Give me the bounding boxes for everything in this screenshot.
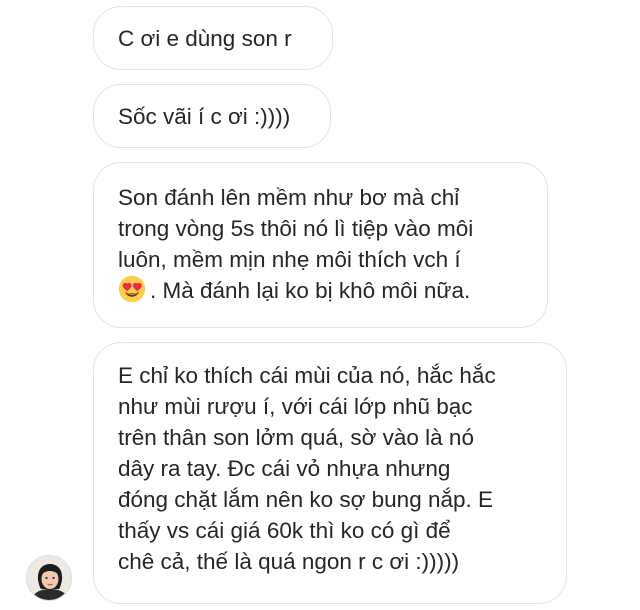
message-thread: C ơi e dùng son r Sốc vãi í c ơi :)))) S… <box>0 0 640 610</box>
message-bubble-2[interactable]: Sốc vãi í c ơi :)))) <box>93 84 331 148</box>
message-line: đóng chặt lắm nên ko sợ bung nắp. E <box>118 487 494 512</box>
message-line: Son đánh lên mềm như bơ mà chỉ <box>118 185 460 210</box>
user-avatar-icon <box>27 556 71 600</box>
message-line: trên thân son lởm quá, sờ vào là nó <box>118 425 474 450</box>
message-line-tail: . Mà đánh lại ko bị khô môi nữa. <box>150 278 471 303</box>
heart-eyes-emoji-icon <box>118 275 146 303</box>
message-line: C ơi e dùng son r <box>118 26 292 51</box>
message-line: chê cả, thế là quá ngon r c ơi :))))) <box>118 549 460 574</box>
message-bubble-3[interactable]: Son đánh lên mềm như bơ mà chỉ trong vòn… <box>93 162 548 328</box>
message-bubble-4[interactable]: E chỉ ko thích cái mùi của nó, hắc hắc n… <box>93 342 567 604</box>
message-bubble-1[interactable]: C ơi e dùng son r <box>93 6 333 70</box>
message-line: như mùi rượu í, với cái lớp nhũ bạc <box>118 394 473 419</box>
message-line: trong vòng 5s thôi nó lì tiệp vào môi <box>118 216 474 241</box>
message-line: E chỉ ko thích cái mùi của nó, hắc hắc <box>118 363 496 388</box>
message-line: . Mà đánh lại ko bị khô môi nữa. <box>118 275 523 306</box>
message-line: luôn, mềm mịn nhẹ môi thích vch í <box>118 247 461 272</box>
message-line: thấy vs cái giá 60k thì ko có gì để <box>118 518 451 543</box>
message-line: Sốc vãi í c ơi :)))) <box>118 104 291 129</box>
message-line: dây ra tay. Đc cái vỏ nhựa nhưng <box>118 456 451 481</box>
sender-avatar[interactable] <box>26 555 72 601</box>
